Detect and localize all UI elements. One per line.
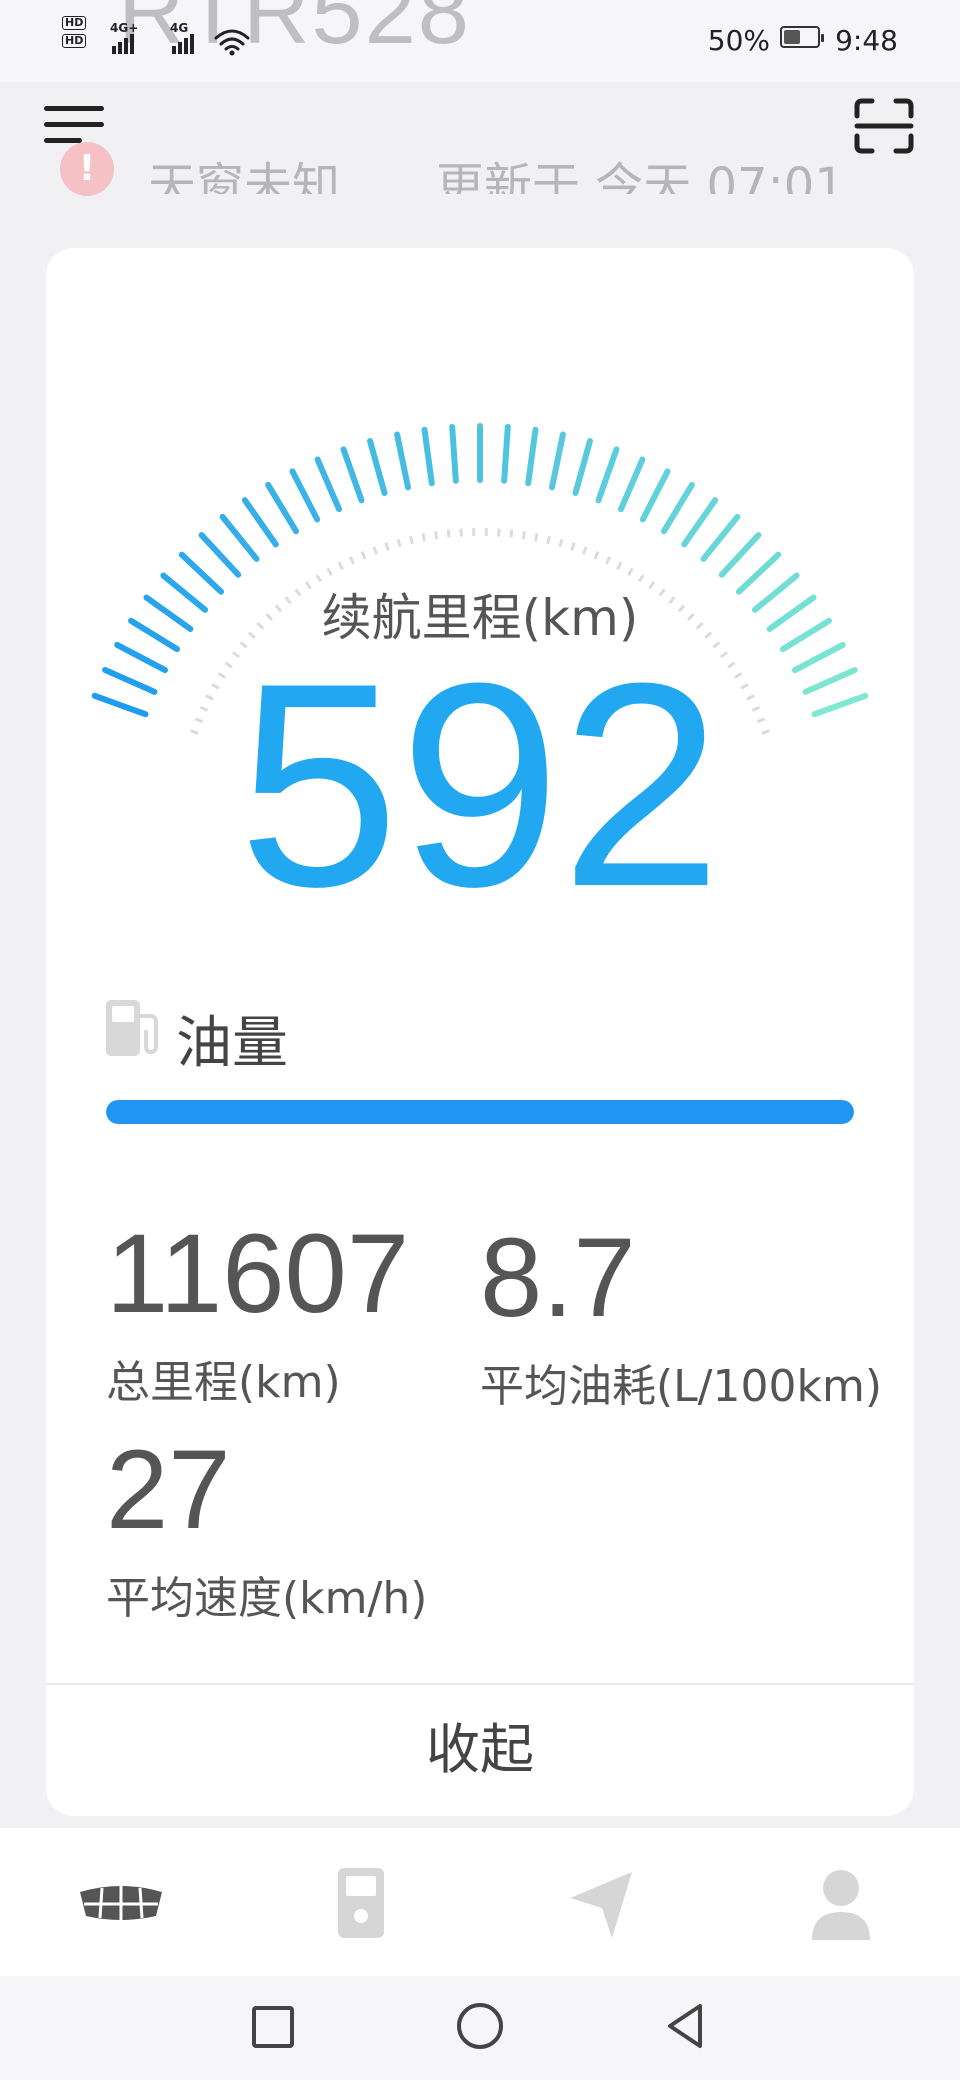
gauge-minor-tick [396,538,402,548]
gauge-minor-tick [421,533,426,542]
net-label-2: 4G [170,21,188,35]
fuel-level-bar [106,1100,854,1124]
gauge-tick [548,431,566,491]
cellular-wifi-icons: 4G+ 4G [110,21,250,56]
gauge-minor-tick [348,556,355,565]
gauge-minor-tick [337,561,344,571]
home-icon[interactable] [454,2000,506,2052]
gauge-minor-tick [521,531,526,540]
fuel-level-fill [106,1100,854,1124]
fuel-pump-nav-icon[interactable] [316,1858,406,1948]
gauge-minor-tick [616,561,623,571]
avg-fuel-label: 平均油耗(L/100km) [480,1361,882,1412]
gauge-tick [314,456,342,513]
battery-icon [780,26,824,48]
gauge-minor-tick [326,567,333,577]
warning-icon: ! [60,142,114,196]
scan-icon[interactable] [854,98,914,154]
gauge-tick [700,513,741,562]
gauge-tick [618,456,646,513]
net-label-1: 4G+ [110,21,138,35]
gauge-tick [501,423,511,484]
sunroof-status: 天窗未知 [148,158,341,194]
gauge-tick [340,446,365,504]
recent-apps-icon[interactable] [248,2002,298,2052]
range-value: 592 [238,623,722,947]
gauge-tick [525,426,539,487]
gauge-tick [572,438,593,497]
update-time: 更新于 今天 07:01 [436,158,845,194]
user-icon[interactable] [796,1858,886,1948]
gauge-tick [421,426,435,487]
total-mileage-label: 总里程(km) [106,1357,341,1408]
gauge-minor-tick [384,542,390,551]
gauge-minor-tick [534,533,539,542]
gauge-minor-tick [408,535,414,545]
gauge-tick [367,438,388,497]
gauge-minor-tick [558,538,564,548]
navigation-arrow-icon[interactable] [556,1858,646,1948]
gauge-minor-tick [582,546,588,555]
gauge-minor-tick [509,529,514,538]
gauge-minor-tick [593,550,600,560]
gauge-tick [394,431,412,491]
hd-badge-1: HD [62,16,87,30]
gauge-tick [639,468,671,523]
gauge-tick [718,532,762,578]
fuel-label: 油量 [176,1011,288,1076]
gauge-tick [449,423,459,484]
avg-speed-value: 27 [106,1427,231,1552]
gauge-tick [241,497,279,548]
avg-speed-label: 平均速度(km/h) [106,1573,428,1624]
gauge-minor-tick [446,529,451,538]
gauge-tick [595,446,620,504]
fuel-pump-icon [106,1000,158,1056]
gauge-minor-tick [546,535,552,545]
gauge-minor-tick [627,567,634,577]
gauge-tick [265,481,300,535]
back-icon[interactable] [660,2000,712,2052]
gauge-tick [660,481,695,535]
signal-indicators: HD HD [62,14,87,50]
gauge-tick [198,532,242,578]
gauge-minor-tick [434,531,439,540]
gauge-tick [681,497,719,548]
divider [46,1683,914,1685]
gauge-minor-tick [570,542,576,551]
gauge-minor-tick [360,550,367,560]
hd-badge-2: HD [62,34,87,48]
avg-fuel-value: 8.7 [480,1215,636,1340]
total-mileage-value: 11607 [106,1211,410,1336]
clock: 9:48 [835,24,898,57]
battery-percent: 50% [707,24,770,57]
gauge-tick [219,513,260,562]
car-grille-icon[interactable] [76,1858,166,1948]
gauge-tick [289,468,321,523]
gauge-minor-tick [605,556,612,565]
collapse-button[interactable]: 收起 [46,1686,914,1814]
gauge-minor-tick [372,546,378,555]
